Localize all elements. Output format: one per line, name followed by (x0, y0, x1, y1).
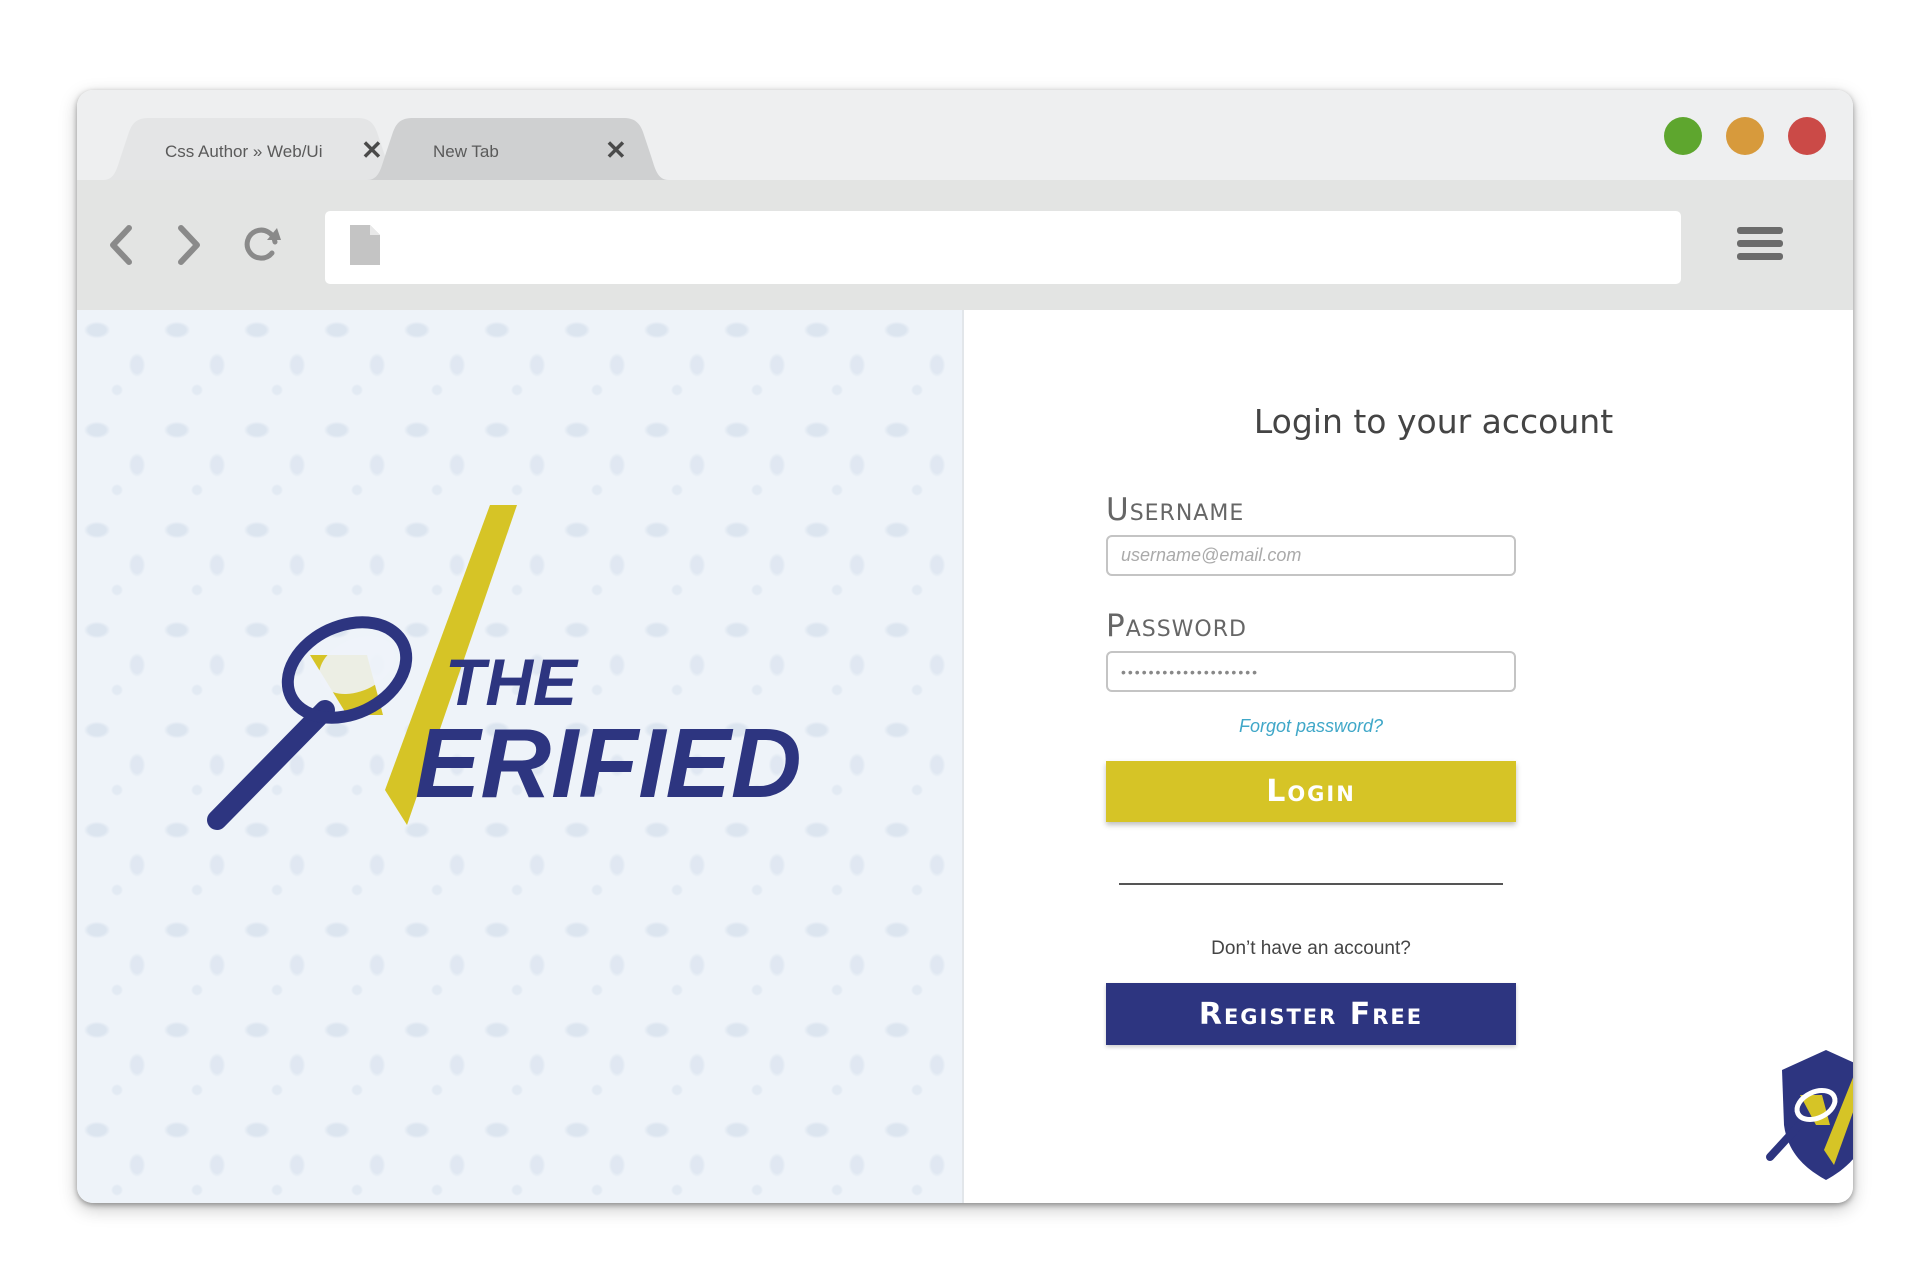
tab-label: New Tab (433, 142, 499, 161)
the-verified-logo: THE ERIFIED (207, 505, 802, 830)
register-button[interactable]: Register Free (1106, 983, 1516, 1045)
username-label: Username (1106, 492, 1245, 528)
page-content: THE ERIFIED Login to your account Userna… (77, 310, 1853, 1203)
window-close-button[interactable] (1788, 117, 1826, 155)
username-field[interactable] (1106, 535, 1516, 576)
password-field[interactable] (1106, 651, 1516, 692)
chevron-left-icon[interactable] (99, 220, 143, 270)
tab-css-author[interactable]: Css Author » Web/Ui ✕ (103, 118, 403, 180)
window-maximize-button[interactable] (1664, 117, 1702, 155)
page-icon (350, 225, 380, 265)
browser-window: Css Author » Web/Ui ✕ New Tab ✕ THE ERIF… (77, 90, 1853, 1203)
close-tab-icon[interactable]: ✕ (605, 137, 627, 163)
login-button[interactable]: Login (1106, 761, 1516, 822)
login-panel: Login to your account Username Password … (964, 310, 1853, 1203)
reload-icon[interactable] (241, 220, 285, 270)
browser-toolbar (77, 180, 1853, 310)
logo-text-verified: ERIFIED (415, 708, 802, 818)
tab-bar: Css Author » Web/Ui ✕ New Tab ✕ (77, 90, 1853, 180)
chevron-right-icon[interactable] (167, 220, 211, 270)
window-minimize-button[interactable] (1726, 117, 1764, 155)
tab-new-tab[interactable]: New Tab ✕ (367, 118, 669, 180)
divider (1119, 883, 1503, 885)
forgot-password-link[interactable]: Forgot password? (1106, 716, 1516, 737)
page-title: Login to your account (1253, 402, 1614, 441)
hamburger-menu-icon[interactable] (1737, 227, 1783, 267)
no-account-text: Don’t have an account? (1211, 938, 1411, 959)
address-bar[interactable] (325, 211, 1681, 284)
brand-panel: THE ERIFIED (77, 310, 964, 1203)
tab-label: Css Author » Web/Ui (165, 142, 323, 161)
shield-logo-icon (1766, 1050, 1853, 1180)
password-label: Password (1106, 608, 1247, 644)
